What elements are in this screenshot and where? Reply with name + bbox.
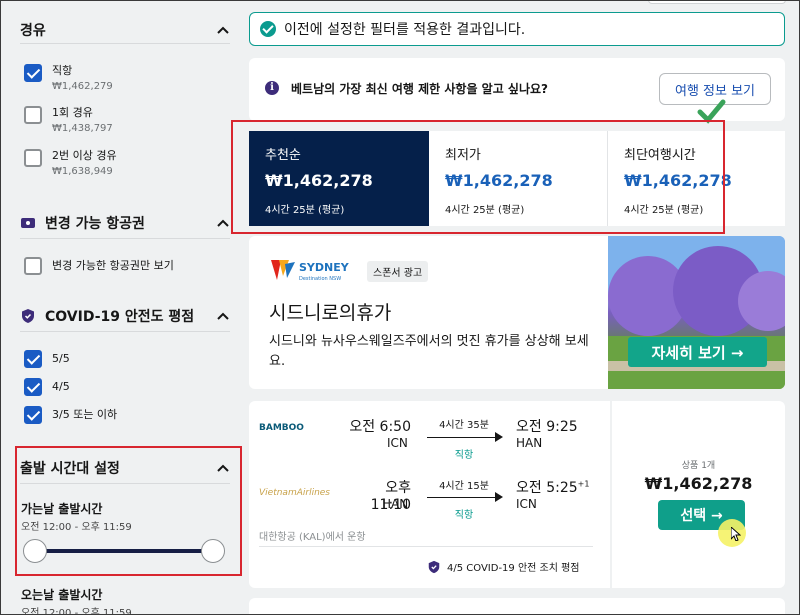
covid-option-5[interactable]: 5/5 xyxy=(24,350,70,368)
chevron-up-icon[interactable] xyxy=(216,25,230,35)
sponsored-badge: 스폰서 광고 xyxy=(367,261,429,282)
price-panel: 상품 1개 ₩1,462,278 선택 → xyxy=(612,401,785,588)
checkbox[interactable] xyxy=(24,149,42,167)
arrow-right-icon xyxy=(495,432,503,442)
changeable-header[interactable]: 변경 가능 항공권 xyxy=(20,213,230,233)
checkbox-checked[interactable] xyxy=(24,350,42,368)
dep-time: 오전 6:50 xyxy=(349,419,411,435)
chevron-up-icon[interactable] xyxy=(216,311,230,321)
covid-rating: 4/5 COVID-19 안전 조치 평점 xyxy=(427,559,580,574)
divider xyxy=(20,331,230,332)
chevron-up-icon[interactable] xyxy=(216,218,230,228)
total-price: ₩1,462,278 xyxy=(644,474,753,493)
option-label: 5/5 xyxy=(52,352,70,365)
checkbox-checked[interactable] xyxy=(24,378,42,396)
duration: 4시간 35분 xyxy=(439,420,489,431)
divider xyxy=(20,43,230,44)
option-label: 직항 xyxy=(52,64,73,77)
top-strip xyxy=(648,0,786,4)
option-label: 2번 이상 경유 xyxy=(52,149,117,162)
checkbox[interactable] xyxy=(24,257,42,275)
deal-count: 상품 1개 xyxy=(681,461,716,471)
arr-time: 오전 5:25+1 xyxy=(516,477,589,497)
slider-handle-start[interactable] xyxy=(23,539,47,563)
checkbox-checked[interactable] xyxy=(24,64,42,82)
notice-text: 이전에 설정한 필터를 적용한 결과입니다. xyxy=(284,22,526,38)
nonstop-label: 직항 xyxy=(454,510,474,521)
changeable-title: 변경 가능 항공권 xyxy=(45,216,145,232)
stops-title: 경유 xyxy=(20,23,46,39)
departure-header[interactable]: 출발 시간대 설정 xyxy=(20,458,230,478)
sydney-logo: SYDNEY Destination NSW xyxy=(271,260,350,282)
next-result-card xyxy=(249,598,785,615)
filter-sidebar: 경유 직항 ₩1,462,279 1회 경유 ₩1,438,797 2번 이상 경유… xyxy=(0,0,242,615)
bamboo-logo: BAMBOO xyxy=(259,423,304,433)
travel-question: 베트남의 가장 최신 여행 제한 사항을 알고 싶나요? xyxy=(291,82,549,96)
ad-logo-sub: Destination NSW xyxy=(299,276,341,282)
divider xyxy=(259,546,593,547)
option-price: ₩1,462,279 xyxy=(52,81,113,92)
divider xyxy=(20,483,230,484)
stops-option-one[interactable]: 1회 경유 ₩1,438,797 xyxy=(24,106,113,136)
covid-rating-text: 4/5 COVID-19 안전 조치 평점 xyxy=(447,563,580,574)
mouse-cursor-icon xyxy=(731,527,741,541)
checkbox-checked[interactable] xyxy=(24,406,42,424)
option-label: 4/5 xyxy=(52,380,70,393)
ad-title: 시드니로의휴가 xyxy=(269,302,392,324)
check-circle-icon xyxy=(260,21,276,37)
arr-time-text: 오전 5:25 xyxy=(516,480,578,496)
covid-title: COVID-19 안전도 평점 xyxy=(45,309,195,325)
dep-code: ICN xyxy=(387,436,408,450)
arr-code: HAN xyxy=(516,436,543,450)
covid-option-4[interactable]: 4/5 xyxy=(24,378,70,396)
changeable-option[interactable]: 변경 가능한 항공권만 보기 xyxy=(24,257,174,275)
day-offset: +1 xyxy=(577,479,590,489)
operated-by: 대한항공 (KAL)에서 운항 xyxy=(259,532,366,543)
ticket-icon xyxy=(21,218,35,228)
sponsored-ad[interactable]: SYDNEY Destination NSW 스폰서 광고 시드니로의휴가 시드… xyxy=(249,236,785,389)
chevron-up-icon[interactable] xyxy=(216,463,230,473)
stops-option-direct[interactable]: 직항 ₩1,462,279 xyxy=(24,64,113,94)
stops-header[interactable]: 경유 xyxy=(20,20,230,40)
outbound-range: 오전 12:00 - 오후 11:59 xyxy=(21,522,132,533)
option-label: 3/5 또는 이하 xyxy=(52,408,118,421)
shield-icon xyxy=(428,560,440,573)
checkbox[interactable] xyxy=(24,106,42,124)
filter-notice: 이전에 설정한 필터를 적용한 결과입니다. xyxy=(249,12,785,46)
divider xyxy=(20,238,230,239)
shield-icon xyxy=(22,309,34,323)
option-price: ₩1,438,797 xyxy=(52,123,113,134)
departure-title: 출발 시간대 설정 xyxy=(20,461,120,477)
option-price: ₩1,638,949 xyxy=(52,166,113,177)
nonstop-label: 직항 xyxy=(454,450,474,461)
return-range: 오전 12:00 - 오후 11:59 xyxy=(21,608,132,615)
ad-cta-button[interactable]: 자세히 보기 → xyxy=(628,337,767,367)
stops-option-two-plus[interactable]: 2번 이상 경유 ₩1,638,949 xyxy=(24,149,117,179)
route-line xyxy=(427,497,499,498)
route-line xyxy=(427,437,499,438)
vietnam-airlines-logo: VietnamAirlines xyxy=(259,488,330,498)
covid-option-3[interactable]: 3/5 또는 이하 xyxy=(24,406,117,424)
return-label: 오는날 출발시간 xyxy=(21,588,103,602)
departure-slider-track[interactable] xyxy=(35,549,213,553)
arr-time: 오전 9:25 xyxy=(516,419,578,435)
duration: 4시간 15분 xyxy=(439,481,489,492)
option-label: 변경 가능한 항공권만 보기 xyxy=(52,259,174,272)
arrow-right-icon xyxy=(495,492,503,502)
outbound-label: 가는날 출발시간 xyxy=(21,502,103,516)
option-label: 1회 경유 xyxy=(52,106,93,119)
flight-result-card[interactable]: BAMBOO 오전 6:50 ICN 4시간 35분 직항 오전 9:25 HA… xyxy=(249,401,610,588)
covid-header[interactable]: COVID-19 안전도 평점 xyxy=(20,306,230,326)
dep-code: HAN xyxy=(382,497,409,511)
ad-description: 시드니와 뉴사우스웨일즈주에서의 멋진 휴가를 상상해 보세요. xyxy=(269,334,589,369)
info-icon: i xyxy=(265,81,279,95)
highlight-box xyxy=(231,120,725,234)
arr-code: ICN xyxy=(516,497,537,511)
ad-logo-text: SYDNEY xyxy=(299,261,350,274)
slider-handle-end[interactable] xyxy=(201,539,225,563)
